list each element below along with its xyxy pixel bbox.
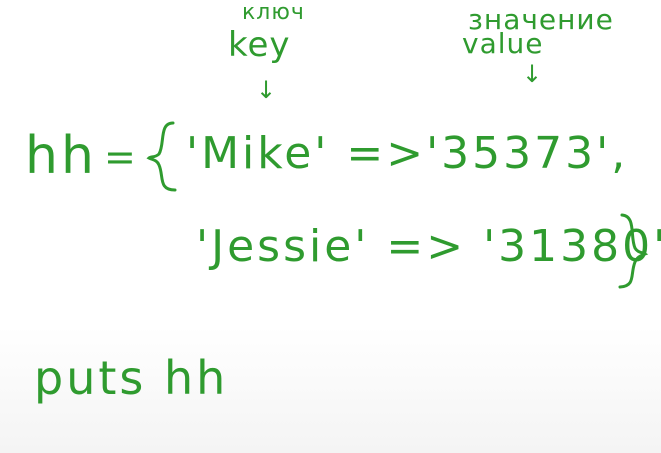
- key-arrow-icon: ↓: [256, 76, 277, 104]
- close-brace-icon: [618, 213, 649, 289]
- key-annotation-ru: ключ: [242, 0, 305, 25]
- hash-pair-jessie: 'Jessie' => '31380': [196, 221, 661, 272]
- value-arrow-icon: ↓: [522, 60, 543, 88]
- open-brace-icon: [146, 121, 177, 192]
- hash-pair-mike: 'Mike' =>'35373',: [186, 128, 629, 179]
- whiteboard-canvas: ключ key ↓ значение value ↓ hh = 'Mike' …: [0, 0, 661, 453]
- value-annotation-en: value: [462, 27, 544, 60]
- key-annotation-en: key: [228, 25, 291, 65]
- hash-variable: hh: [25, 126, 97, 186]
- assignment-operator: =: [104, 135, 139, 179]
- puts-statement: puts hh: [34, 351, 229, 405]
